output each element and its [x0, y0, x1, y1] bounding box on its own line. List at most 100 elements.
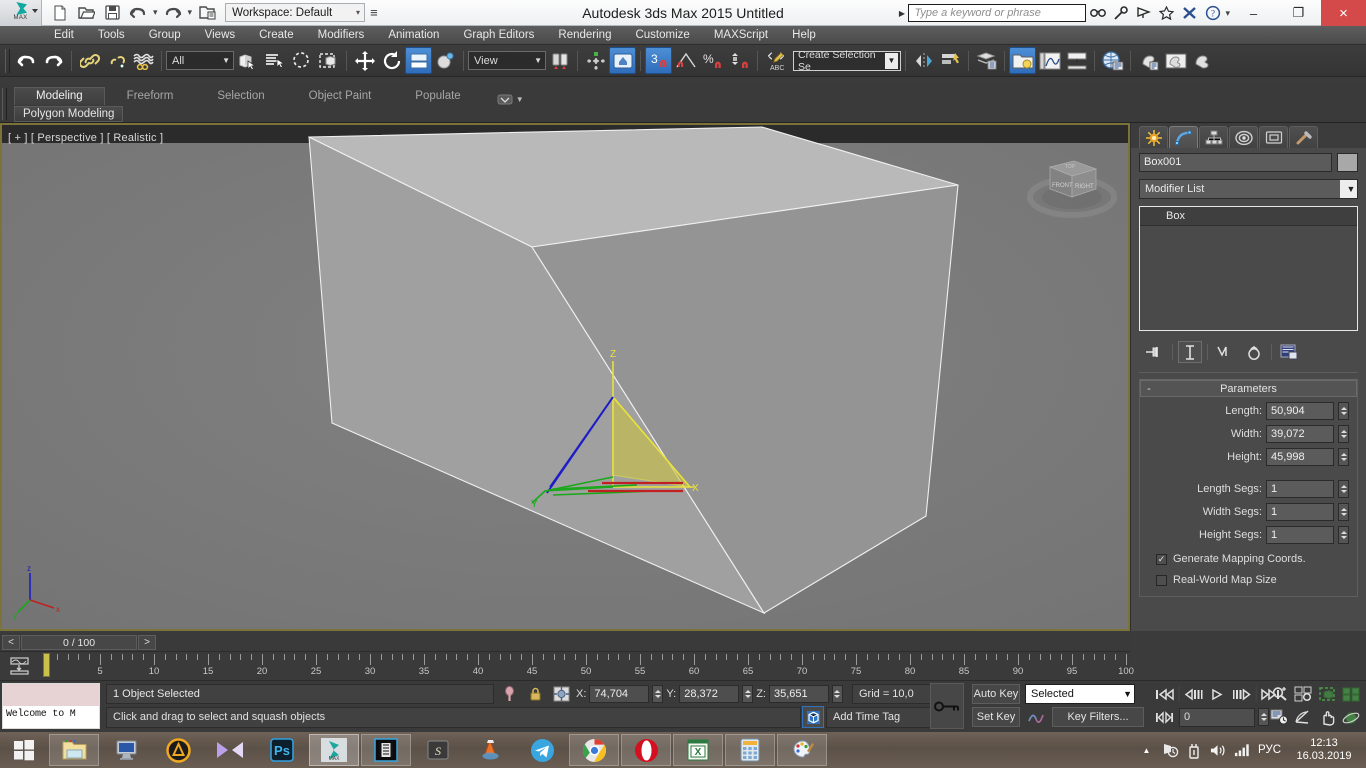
menu-item-views[interactable]: Views — [193, 27, 247, 43]
taskbar-telegram[interactable] — [517, 734, 567, 766]
application-menu-button[interactable]: MAX — [0, 0, 42, 26]
network-icon[interactable] — [1162, 740, 1179, 760]
search-input[interactable]: Type a keyword or phrase — [908, 4, 1087, 22]
menu-item-edit[interactable]: Edit — [42, 27, 86, 43]
ribbon-tab-freeform[interactable]: Freeform — [105, 87, 196, 105]
menu-item-help[interactable]: Help — [780, 27, 828, 43]
ribbon-tab-modeling[interactable]: Modeling — [14, 87, 105, 105]
taskbar-photoshop[interactable]: Ps — [257, 734, 307, 766]
real-world-map-size-checkbox[interactable] — [1156, 574, 1167, 586]
use-pivot-point-center-button[interactable] — [546, 47, 573, 74]
render-setup-button[interactable] — [1135, 47, 1162, 74]
previous-frame-button[interactable] — [1182, 684, 1205, 704]
clock[interactable]: 12:13 16.03.2019 — [1288, 737, 1360, 763]
select-region-circle-button[interactable] — [288, 47, 315, 74]
configure-modifier-sets-icon[interactable] — [1277, 341, 1301, 363]
redo-scene-operation-button[interactable] — [40, 47, 67, 74]
menu-item-group[interactable]: Group — [137, 27, 193, 43]
select-object-button[interactable] — [234, 47, 261, 74]
pan-view-button[interactable] — [1316, 707, 1339, 727]
menu-item-graph-editors[interactable]: Graph Editors — [451, 27, 546, 43]
input-language-indicator[interactable]: РУС — [1258, 744, 1281, 756]
z-input[interactable]: 35,651 — [768, 685, 829, 703]
key-filters-button[interactable]: Key Filters... — [1052, 707, 1144, 727]
add-time-tag[interactable]: Add Time Tag — [826, 707, 934, 728]
reference-coordinate-system-select[interactable]: View ▼ — [468, 51, 546, 70]
utilities-tab[interactable] — [1289, 126, 1318, 148]
workspace-more-icon[interactable]: ≡ — [370, 6, 378, 19]
schematic-view-button[interactable] — [1063, 47, 1090, 74]
select-and-squash-button[interactable] — [405, 47, 432, 74]
object-color-swatch[interactable] — [1337, 153, 1358, 172]
menu-item-rendering[interactable]: Rendering — [546, 27, 623, 43]
real-world-map-size-row[interactable]: Real-World Map Size — [1140, 574, 1357, 586]
close-button[interactable]: × — [1321, 0, 1366, 26]
set-key-toggle-icon[interactable] — [1025, 707, 1048, 727]
volume-icon[interactable] — [1210, 740, 1227, 760]
maxscript-pink-field[interactable] — [3, 684, 99, 706]
curve-editor-button[interactable] — [1036, 47, 1063, 74]
redo-icon[interactable] — [161, 2, 185, 24]
select-and-manipulate-button[interactable] — [432, 47, 459, 74]
z-spinner[interactable] — [831, 685, 843, 703]
generate-mapping-coords-checkbox[interactable]: ✓ — [1156, 553, 1167, 565]
track-bar[interactable]: 5 10 15 20 25 30 35 40 45 50 55 60 65 70 75 80 85 90 95 100 — [0, 651, 1134, 681]
width-input[interactable]: 39,072 — [1266, 425, 1334, 443]
layer-explorer-button[interactable] — [973, 47, 1000, 74]
remove-modifier-icon[interactable] — [1242, 341, 1266, 363]
menu-item-tools[interactable]: Tools — [86, 27, 137, 43]
time-slider-handle[interactable] — [43, 653, 50, 677]
selection-lock-icon[interactable] — [524, 684, 547, 704]
length-segs-input[interactable]: 1 — [1266, 480, 1334, 498]
ribbon-tab-populate[interactable]: Populate — [393, 87, 482, 105]
field-of-view-button[interactable] — [1292, 707, 1315, 727]
menu-item-customize[interactable]: Customize — [623, 27, 701, 43]
object-name-input[interactable]: Box001 — [1139, 153, 1332, 172]
communication-center-icon[interactable] — [1132, 0, 1155, 26]
edit-named-selection-sets-button[interactable]: ABC — [762, 47, 789, 74]
angle-snap-toggle-button[interactable] — [672, 47, 699, 74]
window-crossing-button[interactable] — [315, 47, 342, 74]
modifier-stack[interactable]: Box — [1139, 206, 1358, 331]
select-and-rotate-button[interactable] — [378, 47, 405, 74]
select-and-link-button[interactable] — [76, 47, 103, 74]
height-input[interactable]: 45,998 — [1266, 448, 1334, 466]
y-spinner[interactable] — [742, 685, 754, 703]
motion-tab[interactable] — [1229, 126, 1258, 148]
width-segs-spinner[interactable] — [1338, 503, 1349, 521]
keyboard-shortcut-override-button[interactable] — [609, 47, 636, 74]
taskbar-3dsmax[interactable]: MAX — [309, 734, 359, 766]
generate-mapping-coords-row[interactable]: ✓ Generate Mapping Coords. — [1140, 553, 1357, 565]
mirror-button[interactable] — [910, 47, 937, 74]
taskbar-media-player[interactable] — [205, 734, 255, 766]
x-spinner[interactable] — [652, 685, 664, 703]
bind-to-space-warp-button[interactable] — [130, 47, 157, 74]
taskbar-video-editor[interactable] — [361, 734, 411, 766]
set-key-button[interactable]: Set Key — [972, 707, 1020, 727]
taskbar-opera[interactable] — [621, 734, 671, 766]
modifier-stack-item[interactable]: Box — [1140, 207, 1357, 226]
selection-level-select[interactable]: Selected ▼ — [1025, 684, 1135, 704]
auto-key-button[interactable]: Auto Key — [972, 684, 1020, 704]
y-input[interactable]: 28,372 — [679, 685, 740, 703]
orbit-button[interactable] — [1340, 707, 1363, 727]
ribbon-grip[interactable] — [2, 88, 7, 120]
taskbar-vlc[interactable] — [465, 734, 515, 766]
signal-icon[interactable] — [1234, 740, 1251, 760]
align-button[interactable] — [937, 47, 964, 74]
favorites-star-icon[interactable] — [1155, 0, 1178, 26]
undo-scene-operation-button[interactable] — [13, 47, 40, 74]
use-selection-center-button[interactable] — [582, 47, 609, 74]
new-file-icon[interactable] — [48, 2, 72, 24]
undo-dropdown-icon[interactable]: ▾ — [152, 7, 159, 18]
search-icon[interactable] — [1086, 0, 1109, 26]
track-bar-ruler[interactable]: 5 10 15 20 25 30 35 40 45 50 55 60 65 70 75 80 85 90 95 100 — [46, 652, 1134, 681]
selection-filter-select[interactable]: All ▼ — [166, 51, 234, 70]
exchange-app-icon[interactable] — [1178, 0, 1201, 26]
zoom-region-button[interactable] — [1340, 684, 1363, 704]
width-segs-input[interactable]: 1 — [1266, 503, 1334, 521]
time-configuration-button[interactable] — [1268, 707, 1291, 727]
select-and-move-button[interactable] — [351, 47, 378, 74]
open-mini-curve-editor-icon[interactable] — [8, 656, 38, 678]
parameters-rollout-header[interactable]: - Parameters — [1140, 380, 1357, 397]
